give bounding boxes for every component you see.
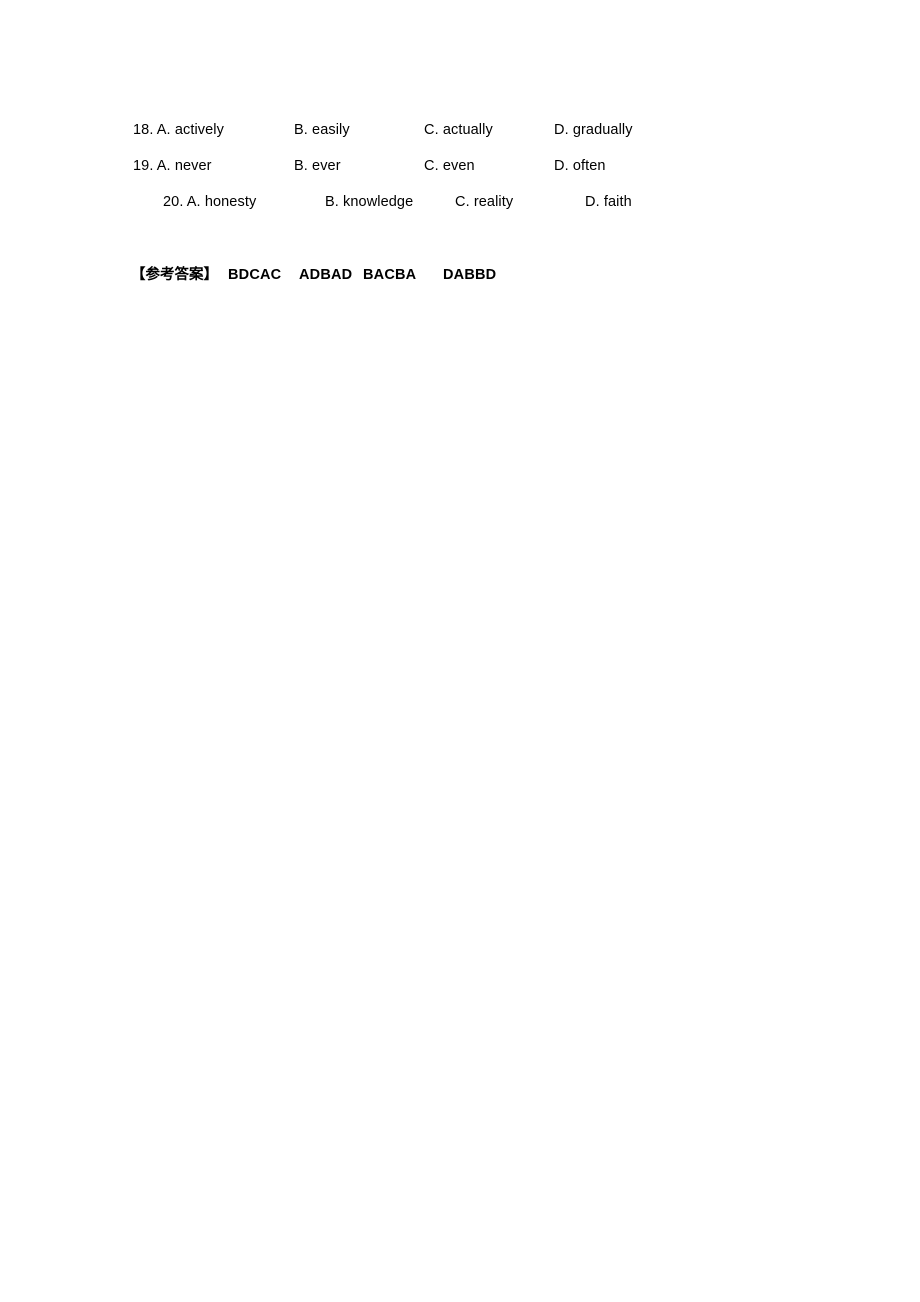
answer-key-group-3: BACBA (363, 267, 417, 283)
question-19-option-b: B. ever (294, 158, 341, 174)
answer-key-label: 【参考答案】 (131, 267, 218, 283)
document-page: 18. A. actively B. easily C. actually D.… (0, 0, 920, 1302)
answer-key-line: 【参考答案】 BDCAC ADBAD BACBA DABBD (0, 263, 920, 287)
answer-key-group-1: BDCAC (228, 267, 282, 283)
question-19-option-a: 19. A. never (133, 158, 212, 174)
question-18-option-b: B. easily (294, 122, 350, 138)
question-20-option-b: B. knowledge (325, 194, 414, 210)
question-20-option-a: 20. A. honesty (163, 194, 257, 210)
answer-key-group-4: DABBD (443, 267, 497, 283)
question-19-option-c: C. even (424, 158, 475, 174)
question-19-option-d: D. often (554, 158, 606, 174)
question-18-option-a: 18. A. actively (133, 122, 224, 138)
question-row-20: 20. A. honesty B. knowledge C. reality D… (0, 191, 920, 213)
question-row-18: 18. A. actively B. easily C. actually D.… (0, 119, 920, 141)
question-row-19: 19. A. never B. ever C. even D. often (0, 155, 920, 177)
answer-key-group-2: ADBAD (299, 267, 353, 283)
question-18-option-c: C. actually (424, 122, 493, 138)
question-18-option-d: D. gradually (554, 122, 633, 138)
question-20-option-c: C. reality (455, 194, 514, 210)
question-20-option-d: D. faith (585, 194, 632, 210)
